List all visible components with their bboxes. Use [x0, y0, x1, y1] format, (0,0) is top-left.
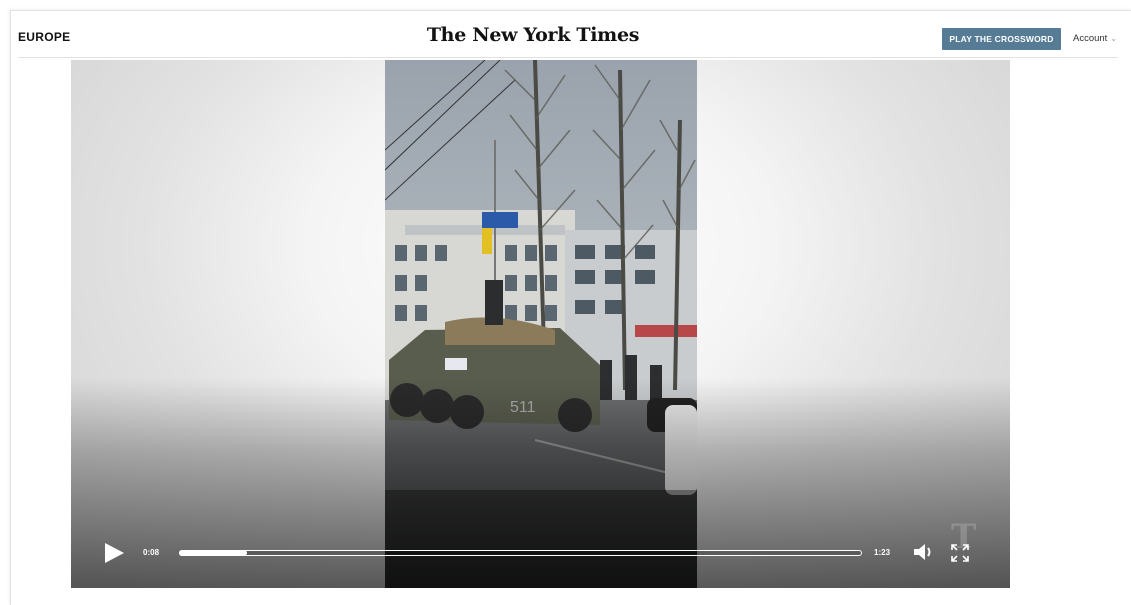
current-time: 0:08: [143, 548, 160, 557]
progress-bar[interactable]: [179, 550, 862, 556]
video-player[interactable]: 511 T 0:08 1:23: [71, 60, 1010, 588]
progress-fill: [179, 550, 248, 556]
progress-track: [179, 550, 862, 556]
fullscreen-icon[interactable]: [950, 543, 970, 563]
player-controls: 0:08 1:23: [71, 518, 1010, 588]
play-icon[interactable]: [103, 542, 125, 564]
account-menu[interactable]: Account ⌄: [1073, 33, 1117, 44]
chevron-down-icon: ⌄: [1110, 34, 1118, 43]
section-label[interactable]: EUROPE: [18, 30, 70, 44]
total-time: 1:23: [874, 548, 891, 557]
account-label: Account: [1073, 33, 1108, 44]
top-bar: EUROPE The New York Times PLAY THE CROSS…: [18, 20, 1118, 58]
volume-icon[interactable]: [913, 543, 935, 561]
play-crossword-button[interactable]: PLAY THE CROSSWORD: [942, 28, 1061, 50]
nyt-logo[interactable]: The New York Times: [413, 24, 653, 46]
